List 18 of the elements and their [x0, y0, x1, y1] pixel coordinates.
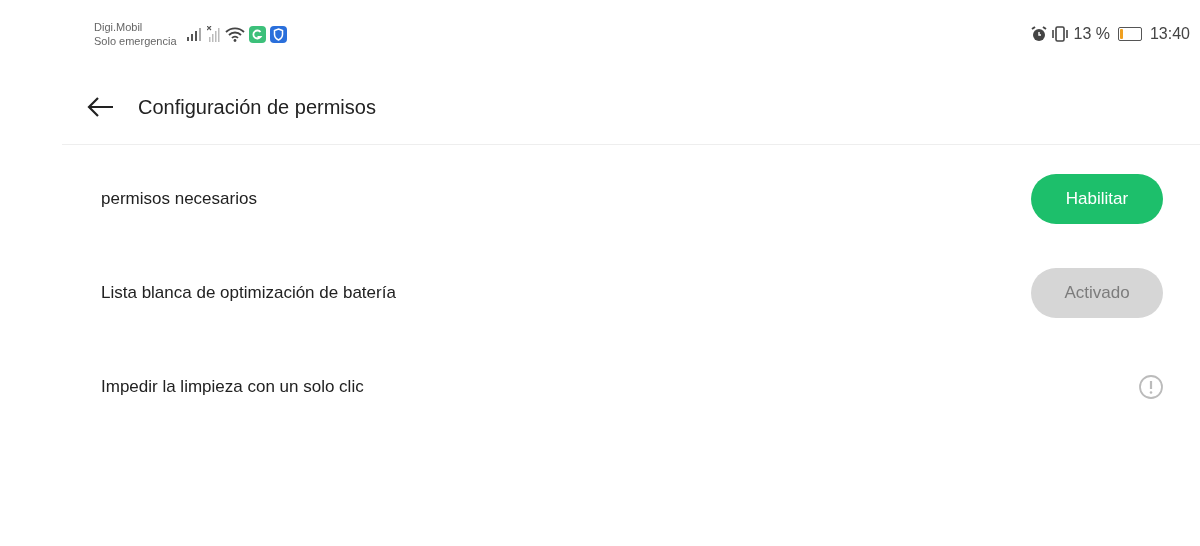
vibrate-icon	[1051, 26, 1070, 42]
setting-label: Impedir la limpieza con un solo clic	[101, 377, 364, 397]
carrier-name: Digi.Mobil	[94, 20, 144, 34]
setting-label: Lista blanca de optimización de batería	[101, 283, 396, 303]
signal-icon	[186, 27, 203, 41]
battery-icon	[1117, 27, 1142, 41]
alarm-icon	[1031, 26, 1048, 42]
clock-time: 13:40	[1149, 25, 1190, 43]
back-arrow-icon[interactable]	[86, 96, 114, 118]
setting-label: permisos necesarios	[101, 189, 257, 209]
battery-percentage: 13 %	[1073, 25, 1110, 43]
wifi-icon	[224, 26, 245, 42]
carrier-status: Solo emergencia	[94, 34, 177, 48]
no-signal-icon	[206, 26, 221, 42]
enable-button[interactable]: Habilitar	[1031, 174, 1163, 224]
page-title: Configuración de permisos	[138, 95, 376, 119]
shield-icon	[269, 25, 287, 43]
app-icon	[248, 25, 266, 43]
